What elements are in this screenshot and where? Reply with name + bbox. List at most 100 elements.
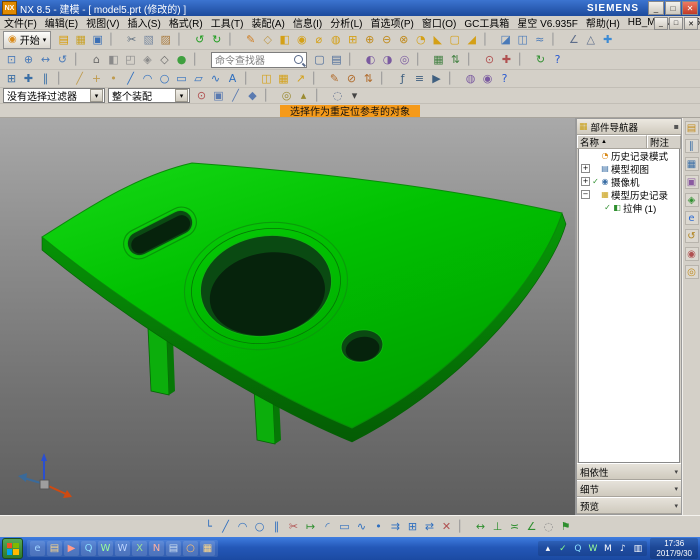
start-button[interactable] [2, 538, 23, 559]
quick-launch-ie[interactable]: e [30, 541, 45, 556]
measure-distance[interactable]: ∠ [565, 32, 582, 48]
pattern-feature[interactable]: ⊞ [344, 32, 361, 48]
wcs-dynamics[interactable]: ✚ [599, 32, 616, 48]
unite[interactable]: ⊕ [361, 32, 378, 48]
roles[interactable]: ◎ [685, 265, 699, 279]
pin-icon[interactable]: ▪ [674, 122, 679, 131]
draft[interactable]: ◢ [463, 32, 480, 48]
close-button[interactable]: ✕ [682, 1, 698, 15]
search-icon[interactable] [294, 55, 303, 64]
chevron-down-icon[interactable]: ▾ [674, 502, 678, 510]
help[interactable]: ? [549, 52, 566, 68]
immediate-hide[interactable]: ◑ [379, 52, 396, 68]
move-to-layer[interactable]: ⇅ [447, 52, 464, 68]
intersect[interactable]: ⊗ [395, 32, 412, 48]
part-navigator-header[interactable]: ▦ 部件导航器 ▪ [577, 119, 681, 135]
toolbar-separator[interactable]: ▏ [309, 71, 326, 87]
menu-analysis[interactable]: 分析(L) [326, 15, 366, 30]
menu-window[interactable]: 窗口(O) [418, 15, 460, 30]
menu-preferences[interactable]: 首选项(P) [367, 15, 418, 30]
select-body[interactable]: ◆ [244, 88, 261, 104]
pattern-curve[interactable]: ⊞ [404, 519, 421, 535]
front-view[interactable]: ◧ [105, 52, 122, 68]
tree-row[interactable]: ✓ ◧ 拉伸 (1) [579, 201, 679, 214]
toolbar-separator[interactable]: ▏ [515, 52, 532, 68]
tray-network[interactable]: ▥ [631, 542, 644, 555]
toolbar-separator[interactable]: ▏ [464, 52, 481, 68]
tree-row[interactable]: + ▤ 模型视图 [579, 162, 679, 175]
point[interactable]: • [105, 71, 122, 87]
section-dependencies[interactable]: 相依性 ▾ [577, 463, 681, 480]
quick-launch-word[interactable]: W [115, 541, 130, 556]
menu-format[interactable]: 格式(R) [165, 15, 207, 30]
checkbox-icon[interactable]: ✓ [591, 177, 600, 186]
hd3d-tools[interactable]: ◈ [685, 193, 699, 207]
reuse-library[interactable]: ▣ [685, 175, 699, 189]
selection-options[interactable]: ▾ [346, 88, 363, 104]
quick-extend[interactable]: ↦ [302, 519, 319, 535]
menu-file[interactable]: 文件(F) [0, 15, 41, 30]
paste[interactable]: ▨ [157, 32, 174, 48]
spline[interactable]: ∿ [207, 71, 224, 87]
expander-icon[interactable]: − [581, 190, 590, 199]
revolve[interactable]: ◉ [293, 32, 310, 48]
top-view[interactable]: ◰ [122, 52, 139, 68]
toolbar-separator[interactable]: ▏ [174, 32, 191, 48]
expander-icon[interactable] [593, 203, 602, 212]
circle[interactable]: ○ [156, 71, 173, 87]
display-sketch-constraints[interactable]: ∠ [523, 519, 540, 535]
tray-input-method[interactable]: M [601, 542, 614, 555]
tray-safety[interactable]: ✓ [556, 542, 569, 555]
quick-launch-media[interactable]: ▶ [64, 541, 79, 556]
toolbar-separator[interactable]: ▏ [261, 88, 278, 104]
datum-csys[interactable]: + [88, 71, 105, 87]
menu-help[interactable]: 帮助(H) [582, 15, 624, 30]
menu-gc-toolbox[interactable]: GC工具箱 [460, 15, 513, 30]
chevron-down-icon[interactable]: ▾ [674, 468, 678, 476]
nx-help[interactable]: ? [496, 71, 513, 87]
menu-insert[interactable]: 插入(S) [123, 15, 164, 30]
command-finder-input[interactable]: 命令查找器 [211, 52, 307, 68]
studio-spline[interactable]: ∿ [353, 519, 370, 535]
toolbar-separator[interactable]: ▏ [54, 71, 71, 87]
geometric-constraints[interactable]: ⊥ [489, 519, 506, 535]
mdi-close-button[interactable]: ✕ [684, 17, 698, 30]
toolbar-separator[interactable]: ▏ [377, 71, 394, 87]
cut[interactable]: ✂ [123, 32, 140, 48]
toolbar-separator[interactable]: ▏ [548, 32, 565, 48]
toolbar-separator[interactable]: ▏ [106, 32, 123, 48]
show-hide[interactable]: ◐ [362, 52, 379, 68]
line[interactable]: ╱ [122, 71, 139, 87]
expander-icon[interactable]: + [581, 164, 590, 173]
tray-volume[interactable]: ♪ [616, 542, 629, 555]
finish-flag[interactable]: ⚑ [557, 519, 574, 535]
intersection-point[interactable]: ✕ [438, 519, 455, 535]
undo[interactable]: ↺ [191, 32, 208, 48]
menu-view[interactable]: 视图(V) [82, 15, 123, 30]
play-macro[interactable]: ▶ [428, 71, 445, 87]
selection-filter-dropdown[interactable]: 没有选择过滤器 ▾ [3, 88, 105, 103]
mdi-restore-button[interactable]: □ [669, 17, 683, 30]
highlight[interactable]: ◎ [278, 88, 295, 104]
sketch-fillet[interactable]: ◜ [319, 519, 336, 535]
subtract[interactable]: ⊖ [378, 32, 395, 48]
offset-curve[interactable]: ⇉ [387, 519, 404, 535]
scale-body[interactable]: ↗ [292, 71, 309, 87]
menu-starry[interactable]: 星空 V6.935F [513, 15, 582, 30]
profile[interactable]: └ [200, 519, 217, 535]
tray-wechat[interactable]: W [586, 542, 599, 555]
checkbox-icon[interactable]: ✓ [603, 203, 612, 212]
extrude[interactable]: ◧ [276, 32, 293, 48]
rapid-dimension[interactable]: ↔ [472, 519, 489, 535]
mirror-feature[interactable]: ◫ [258, 71, 275, 87]
open[interactable]: ▦ [72, 32, 89, 48]
menu-tools[interactable]: 工具(T) [207, 15, 248, 30]
toolbar-separator[interactable]: ▏ [413, 52, 430, 68]
quick-trim[interactable]: ✂ [285, 519, 302, 535]
viewport-canvas[interactable] [0, 118, 576, 515]
reorder-feature[interactable]: ⇅ [360, 71, 377, 87]
orient-view[interactable]: ⌂ [88, 52, 105, 68]
history-palette[interactable]: ↺ [685, 229, 699, 243]
part-families[interactable]: ≡ [411, 71, 428, 87]
suppress-feature[interactable]: ⊘ [343, 71, 360, 87]
